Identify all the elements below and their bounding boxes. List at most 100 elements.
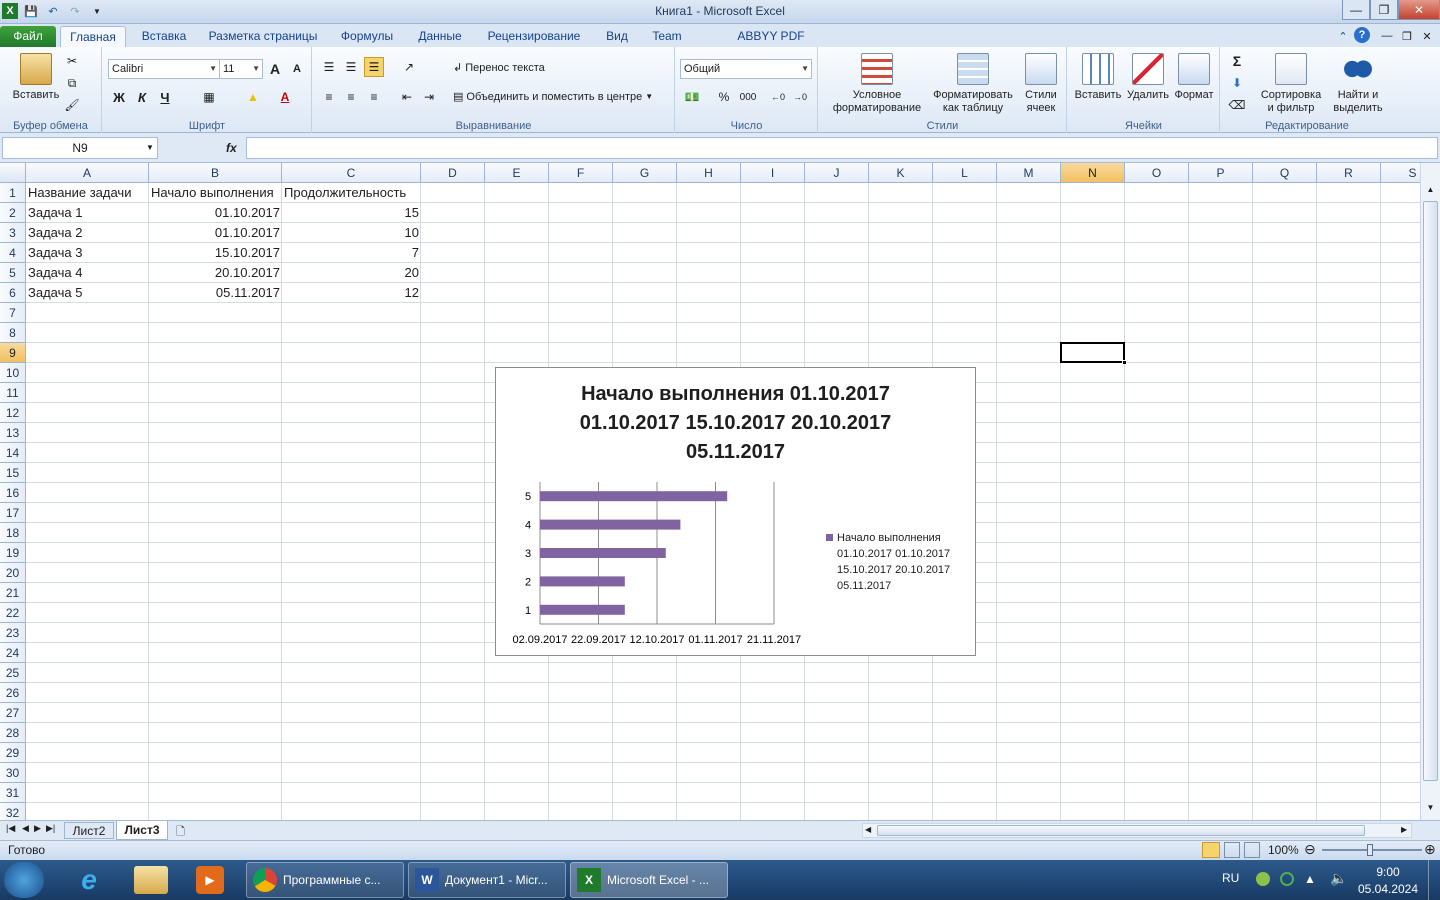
sheet-tab-list3[interactable]: Лист3	[116, 821, 168, 840]
maximize-button[interactable]: ❐	[1370, 0, 1398, 20]
row-header-17[interactable]: 17	[0, 503, 26, 523]
workbook-minimize-icon[interactable]: —	[1378, 27, 1396, 45]
font-color-icon[interactable]: A	[275, 87, 295, 107]
fill-color-icon[interactable]: ▲	[243, 87, 263, 107]
row-header-7[interactable]: 7	[0, 303, 26, 323]
row-header-5[interactable]: 5	[0, 263, 26, 283]
increase-indent-icon[interactable]: ⇥	[419, 87, 439, 107]
shrink-font-icon[interactable]: A	[287, 59, 307, 79]
font-size-combo[interactable]: 11 ▼	[219, 59, 263, 79]
copy-icon[interactable]: ⧉	[62, 73, 82, 93]
scroll-down-icon[interactable]: ▼	[1423, 803, 1438, 817]
column-header-k[interactable]: K	[869, 163, 933, 183]
row-header-6[interactable]: 6	[0, 283, 26, 303]
column-header-c[interactable]: C	[282, 163, 421, 183]
hscroll-left-icon[interactable]: ◀	[865, 825, 871, 834]
cell-c4[interactable]: 7	[282, 243, 421, 263]
decrease-decimal-icon[interactable]: →0	[790, 87, 810, 107]
autosum-button[interactable]: Σ	[1227, 51, 1247, 71]
sheet-last-icon[interactable]: ▶|	[46, 823, 55, 834]
row-header-30[interactable]: 30	[0, 763, 26, 783]
column-header-p[interactable]: P	[1189, 163, 1253, 183]
cell-a4[interactable]: Задача 3	[26, 243, 149, 263]
cell-styles-button[interactable]: Стили ячеек	[1019, 89, 1063, 115]
insert-cells-icon[interactable]	[1082, 53, 1114, 85]
cell-b2[interactable]: 01.10.2017	[149, 203, 282, 223]
cell-c5[interactable]: 20	[282, 263, 421, 283]
sheet-tab-list2[interactable]: Лист2	[64, 822, 114, 839]
orientation-icon[interactable]: ↗	[399, 57, 419, 77]
row-header-24[interactable]: 24	[0, 643, 26, 663]
format-as-table-icon[interactable]	[957, 53, 989, 85]
row-header-20[interactable]: 20	[0, 563, 26, 583]
cell-a6[interactable]: Задача 5	[26, 283, 149, 303]
row-header-3[interactable]: 3	[0, 223, 26, 243]
align-bottom-icon[interactable]: ☰	[364, 57, 384, 77]
row-header-29[interactable]: 29	[0, 743, 26, 763]
ie-icon[interactable]: e	[72, 864, 106, 896]
row-header-12[interactable]: 12	[0, 403, 26, 423]
row-header-11[interactable]: 11	[0, 383, 26, 403]
tab-formulas[interactable]: Формулы	[334, 26, 400, 47]
font-name-combo[interactable]: Calibri ▼	[108, 59, 220, 79]
align-middle-icon[interactable]: ☰	[341, 57, 361, 77]
zoom-level[interactable]: 100%	[1268, 843, 1299, 857]
thousands-button[interactable]: 000	[738, 87, 758, 107]
conditional-format-icon[interactable]	[861, 53, 893, 85]
cell-c3[interactable]: 10	[282, 223, 421, 243]
format-cells-button[interactable]: Формат	[1170, 89, 1218, 102]
column-header-g[interactable]: G	[613, 163, 677, 183]
cell-a5[interactable]: Задача 4	[26, 263, 149, 283]
fill-handle[interactable]	[1122, 360, 1127, 365]
taskbar-item-chrome[interactable]: Программные с...	[246, 862, 404, 898]
paste-icon[interactable]	[20, 53, 52, 85]
cell-c6[interactable]: 12	[282, 283, 421, 303]
find-select-icon[interactable]	[1341, 53, 1373, 85]
row-header-23[interactable]: 23	[0, 623, 26, 643]
sort-filter-icon[interactable]	[1275, 53, 1307, 85]
row-header-28[interactable]: 28	[0, 723, 26, 743]
row-header-32[interactable]: 32	[0, 803, 26, 820]
minimize-button[interactable]: —	[1342, 0, 1370, 20]
column-header-n[interactable]: N	[1061, 163, 1125, 183]
tab-data[interactable]: Данные	[410, 26, 470, 47]
format-cells-icon[interactable]	[1178, 53, 1210, 85]
cell-a3[interactable]: Задача 2	[26, 223, 149, 243]
align-center-icon[interactable]: ≡	[341, 87, 361, 107]
cell-b6[interactable]: 05.11.2017	[149, 283, 282, 303]
cell-a2[interactable]: Задача 1	[26, 203, 149, 223]
underline-button[interactable]: Ч	[155, 87, 175, 107]
tab-file[interactable]: Файл	[0, 26, 56, 47]
fx-button[interactable]: fx	[226, 141, 237, 155]
format-painter-icon[interactable]: 🖌	[62, 95, 82, 115]
row-header-4[interactable]: 4	[0, 243, 26, 263]
column-header-a[interactable]: A	[26, 163, 149, 183]
active-cell-selection[interactable]	[1060, 342, 1125, 363]
sheet-prev-icon[interactable]: ◀	[22, 823, 29, 834]
workbook-close-icon[interactable]: ✕	[1418, 27, 1436, 45]
insert-cells-button[interactable]: Вставить	[1070, 89, 1126, 102]
row-header-8[interactable]: 8	[0, 323, 26, 343]
merge-center-button[interactable]: ▤ Объединить и поместить в центре ▼	[453, 90, 653, 104]
cell-b1[interactable]: Начало выполнения	[149, 183, 282, 203]
row-header-9[interactable]: 9	[0, 343, 26, 363]
start-icon[interactable]	[4, 862, 44, 898]
horizontal-scrollbar[interactable]: ◀ ▶	[862, 823, 1412, 838]
workbook-restore-icon[interactable]: ❐	[1398, 27, 1416, 45]
tray-icon[interactable]	[1256, 872, 1270, 886]
cell-b4[interactable]: 15.10.2017	[149, 243, 282, 263]
conditional-format-button[interactable]: Условное форматирование	[823, 89, 931, 115]
clock-date[interactable]: 05.04.2024	[1356, 882, 1420, 896]
tab-page-layout[interactable]: Разметка страницы	[202, 26, 324, 47]
row-header-21[interactable]: 21	[0, 583, 26, 603]
tab-insert[interactable]: Вставка	[136, 26, 192, 47]
find-select-button[interactable]: Найти и выделить	[1329, 89, 1387, 115]
tray-icon[interactable]	[1280, 872, 1294, 886]
column-header-q[interactable]: Q	[1253, 163, 1317, 183]
row-header-26[interactable]: 26	[0, 683, 26, 703]
cell-a1[interactable]: Название задачи	[26, 183, 149, 203]
language-indicator[interactable]: RU	[1222, 871, 1239, 885]
hscroll-right-icon[interactable]: ▶	[1401, 825, 1407, 834]
row-header-2[interactable]: 2	[0, 203, 26, 223]
wrap-text-button[interactable]: ↲ Перенос текста	[453, 61, 545, 75]
